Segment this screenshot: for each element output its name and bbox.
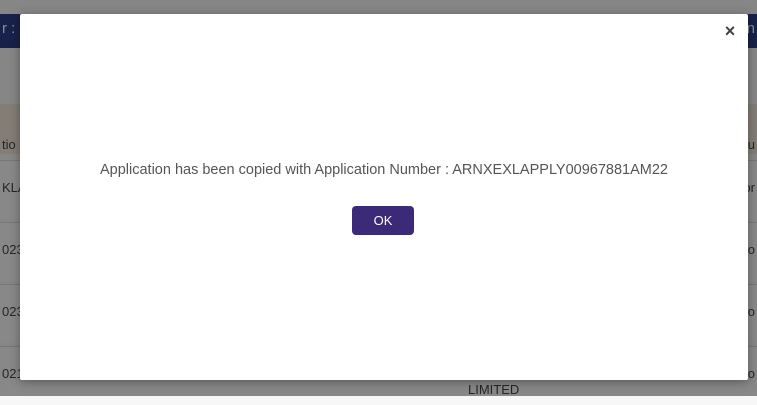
copy-confirmation-modal: × Application has been copied with Appli… (20, 14, 748, 380)
close-icon[interactable]: × (722, 22, 738, 40)
modal-message: Application has been copied with Applica… (99, 162, 668, 178)
ok-button[interactable]: OK (352, 206, 414, 235)
